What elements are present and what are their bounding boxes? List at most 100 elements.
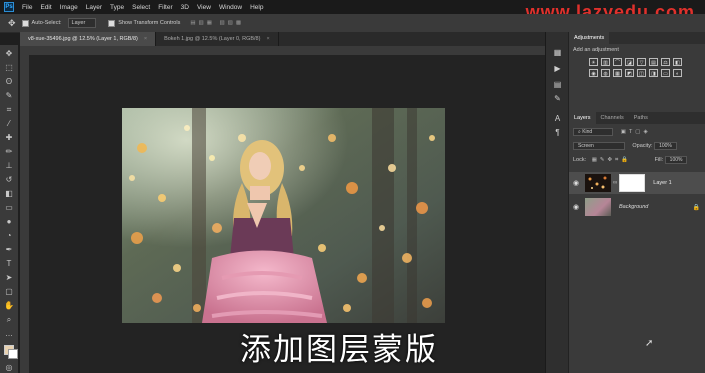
tab-document-2[interactable]: Bokeh 1.jpg @ 12.5% (Layer 0, RGB/8) × xyxy=(156,32,279,46)
invert-icon[interactable]: ◩ xyxy=(625,69,634,77)
eye-icon[interactable]: ◉ xyxy=(573,203,581,211)
layer-row-background[interactable]: ◉ Background 🔒 xyxy=(569,196,705,218)
hue-saturation-icon[interactable]: ▤ xyxy=(649,58,658,66)
exposure-icon[interactable]: ◪ xyxy=(625,58,634,66)
lock-icons[interactable]: ▦✎✥⌗🔒 xyxy=(592,157,631,163)
menu-type[interactable]: Type xyxy=(110,4,124,11)
layer-row-layer-1[interactable]: ◉ ∞ Layer 1 xyxy=(569,172,705,194)
eyedropper-tool-icon[interactable]: ⁄ xyxy=(3,119,15,129)
levels-icon[interactable]: ▥ xyxy=(601,58,610,66)
filter-icons[interactable]: ▣T▢◈ xyxy=(621,129,651,135)
shape-tool-icon[interactable]: ▢ xyxy=(3,287,15,297)
lock-label: Lock: xyxy=(573,157,587,163)
hand-tool-icon[interactable]: ✋ xyxy=(3,301,15,311)
photo-filter-icon[interactable]: ◉ xyxy=(589,69,598,77)
quick-select-tool-icon[interactable]: ✎ xyxy=(3,91,15,101)
tab-paths[interactable]: Paths xyxy=(629,115,653,121)
menu-window[interactable]: Window xyxy=(219,4,242,11)
character-icon[interactable]: A xyxy=(552,114,563,123)
path-select-tool-icon[interactable]: ➤ xyxy=(3,273,15,283)
tools-panel: ✥ ⬚ ʘ ✎ ⌗ ⁄ ✚ ✏ ⊥ ↺ ◧ ▭ ● ◔ ✒ T ➤ ▢ ✋ ⌕ … xyxy=(0,45,18,373)
color-balance-icon[interactable]: ⚖ xyxy=(661,58,670,66)
menu-image[interactable]: Image xyxy=(60,4,78,11)
lock-row: Lock: ▦✎✥⌗🔒 Fill: 100% xyxy=(573,156,688,164)
photoshop-logo-icon: Ps xyxy=(4,2,14,12)
menu-3d[interactable]: 3D xyxy=(181,4,189,11)
brightness-icon[interactable]: ☀ xyxy=(589,58,598,66)
gradient-tool-icon[interactable]: ▭ xyxy=(3,203,15,213)
canvas-image[interactable] xyxy=(122,108,445,323)
move-tool-icon[interactable]: ✥ xyxy=(8,18,16,29)
menu-select[interactable]: Select xyxy=(132,4,150,11)
kind-label: Kind xyxy=(582,129,593,135)
blur-tool-icon[interactable]: ● xyxy=(3,217,15,227)
gradient-map-icon[interactable]: ▭ xyxy=(661,69,670,77)
opacity-field[interactable]: 100% xyxy=(654,142,677,150)
brush-tool-icon[interactable]: ✏ xyxy=(3,147,15,157)
auto-select-label: Auto-Select: xyxy=(31,20,62,26)
fill-field[interactable]: 100% xyxy=(664,156,688,164)
layer-name: Background xyxy=(619,204,649,210)
mouse-cursor-icon: ➚ xyxy=(645,338,654,349)
more-tools-icon[interactable]: … xyxy=(3,329,15,339)
show-transform-label: Show Transform Controls xyxy=(118,20,181,26)
quick-mask-icon[interactable]: ◎ xyxy=(3,363,15,373)
selective-color-icon[interactable]: ◐ xyxy=(673,69,682,77)
curves-icon[interactable]: ⌒ xyxy=(613,58,622,66)
type-tool-icon[interactable]: T xyxy=(3,259,15,269)
move-tool-icon[interactable]: ✥ xyxy=(3,49,15,59)
channel-mixer-icon[interactable]: ◍ xyxy=(601,69,610,77)
tab-label: v8-xue-35496.jpg @ 12.5% (Layer 1, RGB/8… xyxy=(28,36,138,42)
color-lookup-icon[interactable]: ▦ xyxy=(613,69,622,77)
vibrance-icon[interactable]: ▽ xyxy=(637,58,646,66)
close-icon[interactable]: × xyxy=(144,36,147,42)
menu-layer[interactable]: Layer xyxy=(86,4,102,11)
link-icon[interactable]: ∞ xyxy=(613,180,617,186)
layer-filter-row: ⌕ Kind ▣T▢◈ xyxy=(573,128,651,136)
brush-settings-icon[interactable]: ✎ xyxy=(552,94,563,103)
tab-document-1[interactable]: v8-xue-35496.jpg @ 12.5% (Layer 1, RGB/8… xyxy=(20,32,157,46)
history-icon[interactable]: ▦ xyxy=(552,48,563,57)
posterize-icon[interactable]: ◫ xyxy=(637,69,646,77)
healing-tool-icon[interactable]: ✚ xyxy=(3,133,15,143)
play-icon[interactable]: ▶ xyxy=(552,64,563,73)
auto-select-dropdown[interactable]: Layer xyxy=(67,18,97,28)
tab-adjustments[interactable]: Adjustments xyxy=(569,32,610,44)
threshold-icon[interactable]: ◨ xyxy=(649,69,658,77)
layer-mask-thumbnail[interactable] xyxy=(619,174,646,192)
options-bar: ✥ Auto-Select: Layer Show Transform Cont… xyxy=(0,14,705,33)
panel-icon-strip: ▦ ▶ ▤ ✎ A ¶ xyxy=(545,32,569,373)
close-icon[interactable]: × xyxy=(266,36,269,42)
black-white-icon[interactable]: ◧ xyxy=(673,58,682,66)
layer-kind-filter[interactable]: ⌕ Kind xyxy=(573,128,614,136)
layer-thumbnail xyxy=(585,198,611,216)
lasso-tool-icon[interactable]: ʘ xyxy=(3,77,15,87)
document-tab-bar: v8-xue-35496.jpg @ 12.5% (Layer 1, RGB/8… xyxy=(20,32,545,46)
blend-mode-dropdown[interactable]: Screen xyxy=(573,142,625,150)
history-brush-tool-icon[interactable]: ↺ xyxy=(3,175,15,185)
properties-icon[interactable]: ▤ xyxy=(552,80,563,89)
eraser-tool-icon[interactable]: ◧ xyxy=(3,189,15,199)
menu-view[interactable]: View xyxy=(197,4,211,11)
menu-filter[interactable]: Filter xyxy=(158,4,172,11)
background-color-swatch[interactable] xyxy=(8,349,18,359)
menu-help[interactable]: Help xyxy=(250,4,263,11)
paragraph-icon[interactable]: ¶ xyxy=(552,128,563,137)
zoom-tool-icon[interactable]: ⌕ xyxy=(3,315,15,325)
align-icons[interactable]: ▤▥▦ ▧▨▩ xyxy=(190,20,244,26)
crop-tool-icon[interactable]: ⌗ xyxy=(3,105,15,115)
lock-icon: 🔒 xyxy=(692,204,700,211)
dodge-tool-icon[interactable]: ◔ xyxy=(3,231,15,241)
tab-channels[interactable]: Channels xyxy=(596,115,629,121)
stamp-tool-icon[interactable]: ⊥ xyxy=(3,161,15,171)
layer-name: Layer 1 xyxy=(653,180,672,186)
tab-layers[interactable]: Layers xyxy=(569,112,596,124)
menu-file[interactable]: File xyxy=(22,4,32,11)
auto-select-checkbox[interactable] xyxy=(21,19,29,27)
layer-thumbnail xyxy=(585,174,611,192)
show-transform-checkbox[interactable] xyxy=(108,19,116,27)
eye-icon[interactable]: ◉ xyxy=(573,179,581,187)
marquee-tool-icon[interactable]: ⬚ xyxy=(3,63,15,73)
pen-tool-icon[interactable]: ✒ xyxy=(3,245,15,255)
menu-edit[interactable]: Edit xyxy=(40,4,51,11)
